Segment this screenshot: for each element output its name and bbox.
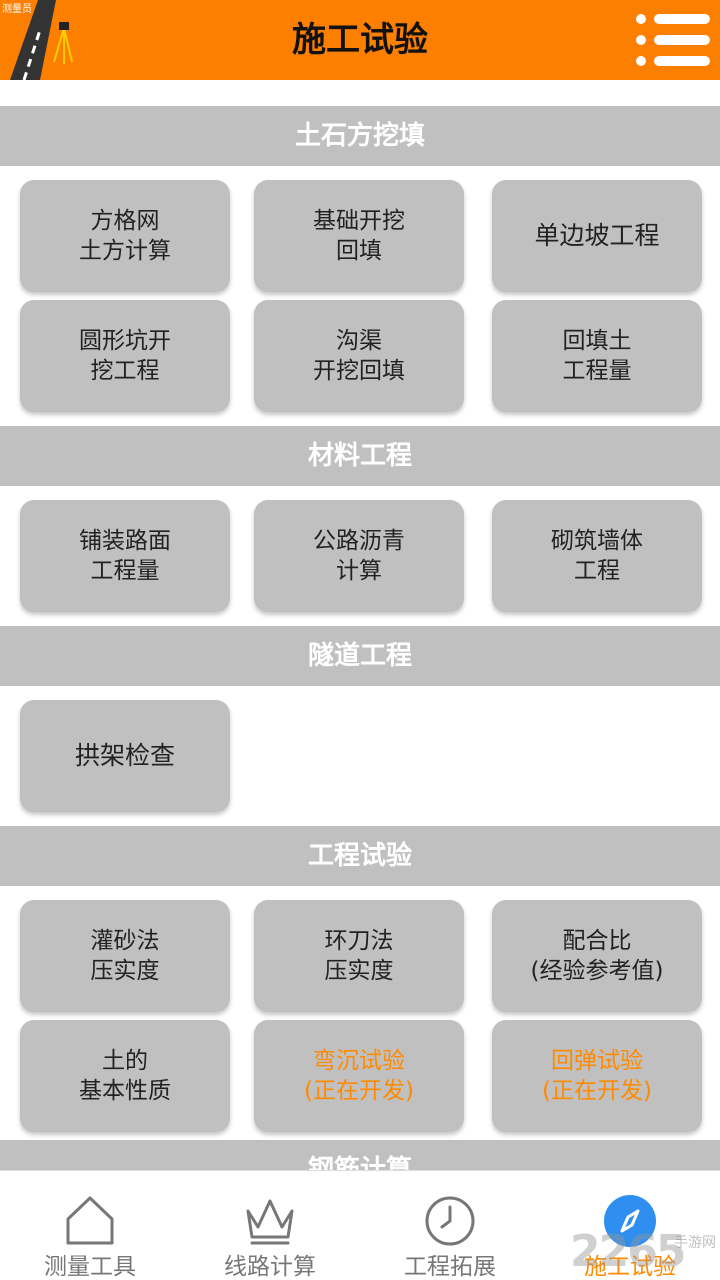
- logo-text: 测量员: [2, 2, 32, 15]
- clock-icon: [425, 1196, 475, 1246]
- tile-mix-ratio[interactable]: 配合比 (经验参考值): [492, 900, 702, 1012]
- tile-label: 环刀法: [324, 928, 394, 954]
- tile-circular-pit[interactable]: 圆形坑开 挖工程: [20, 300, 230, 412]
- tile-label: (经验参考值): [530, 958, 664, 984]
- tile-label: 开挖回填: [313, 358, 405, 384]
- tile-label: 工程: [574, 558, 620, 584]
- tile-deflection-test[interactable]: 弯沉试验 (正在开发): [254, 1020, 464, 1132]
- tile-label: (正在开发): [542, 1078, 652, 1104]
- tile-foundation-excavation[interactable]: 基础开挖 回填: [254, 180, 464, 292]
- tile-label: 挖工程: [90, 358, 160, 384]
- tile-single-slope[interactable]: 单边坡工程: [492, 180, 702, 292]
- tile-paving[interactable]: 铺装路面 工程量: [20, 500, 230, 612]
- section-title-rebar: 钢筋计算: [0, 1140, 720, 1170]
- section-title-tunnel: 隧道工程: [0, 626, 720, 686]
- tile-trench[interactable]: 沟渠 开挖回填: [254, 300, 464, 412]
- app-header: 测量员 施工试验: [0, 0, 720, 80]
- tile-label: 工程量: [562, 358, 632, 384]
- nav-label: 施工试验: [584, 1254, 676, 1280]
- section-title-earthwork: 土石方挖填: [0, 106, 720, 166]
- tile-label: 土方计算: [79, 238, 171, 264]
- content-scroll[interactable]: 土石方挖填 方格网 土方计算 基础开挖 回填 单边坡工程 圆形坑开 挖工程 沟渠…: [0, 80, 720, 1170]
- tile-label: 压实度: [324, 958, 394, 984]
- tile-label: 弯沉试验: [313, 1048, 405, 1074]
- tile-arch-inspection[interactable]: 拱架检查: [20, 700, 230, 812]
- tile-label: 砌筑墙体: [551, 528, 643, 554]
- tile-rebound-test[interactable]: 回弹试验 (正在开发): [492, 1020, 702, 1132]
- nav-label: 测量工具: [44, 1254, 136, 1280]
- nav-label: 工程拓展: [404, 1254, 496, 1280]
- tile-label: (正在开发): [304, 1078, 414, 1104]
- tile-soil-properties[interactable]: 土的 基本性质: [20, 1020, 230, 1132]
- section-title-tests: 工程试验: [0, 826, 720, 886]
- tile-label: 回填土: [562, 328, 632, 354]
- tile-label: 单边坡工程: [534, 221, 660, 250]
- section-title-materials: 材料工程: [0, 426, 720, 486]
- tile-label: 压实度: [90, 958, 160, 984]
- tile-label: 土的: [102, 1048, 148, 1074]
- tile-label: 沟渠: [336, 328, 382, 354]
- tile-ring-knife[interactable]: 环刀法 压实度: [254, 900, 464, 1012]
- tile-label: 铺装路面: [79, 528, 171, 554]
- tile-label: 计算: [336, 558, 382, 584]
- page-title: 施工试验: [292, 20, 428, 60]
- nav-item-construction-test[interactable]: 施工试验: [540, 1171, 720, 1280]
- tile-label: 公路沥青: [313, 528, 405, 554]
- crown-icon: [246, 1199, 294, 1245]
- tile-sand-cone[interactable]: 灌砂法 压实度: [20, 900, 230, 1012]
- tile-label: 回弹试验: [551, 1048, 643, 1074]
- bottom-nav: 测量工具 线路计算 工程拓展 施工试验: [0, 1170, 720, 1280]
- tile-label: 回填: [336, 238, 382, 264]
- menu-button[interactable]: [636, 8, 710, 72]
- home-icon: [66, 1196, 114, 1245]
- tile-label: 灌砂法: [90, 928, 160, 954]
- tile-label: 基本性质: [79, 1078, 171, 1104]
- tile-label: 拱架检查: [74, 741, 175, 770]
- nav-label: 线路计算: [224, 1254, 316, 1280]
- compass-icon: [604, 1195, 656, 1247]
- tile-asphalt[interactable]: 公路沥青 计算: [254, 500, 464, 612]
- tile-grid-earthwork[interactable]: 方格网 土方计算: [20, 180, 230, 292]
- nav-item-engineering-ext[interactable]: 工程拓展: [360, 1171, 540, 1280]
- road-logo-icon: 测量员: [0, 0, 80, 80]
- tile-backfill-quantity[interactable]: 回填土 工程量: [492, 300, 702, 412]
- tile-masonry-wall[interactable]: 砌筑墙体 工程: [492, 500, 702, 612]
- tile-label: 配合比: [562, 928, 632, 954]
- nav-item-route-calc[interactable]: 线路计算: [180, 1171, 360, 1280]
- tile-label: 方格网: [90, 208, 160, 234]
- nav-item-survey-tools[interactable]: 测量工具: [0, 1171, 180, 1280]
- tile-label: 基础开挖: [313, 208, 405, 234]
- tile-label: 工程量: [90, 558, 160, 584]
- tile-label: 圆形坑开: [79, 328, 171, 354]
